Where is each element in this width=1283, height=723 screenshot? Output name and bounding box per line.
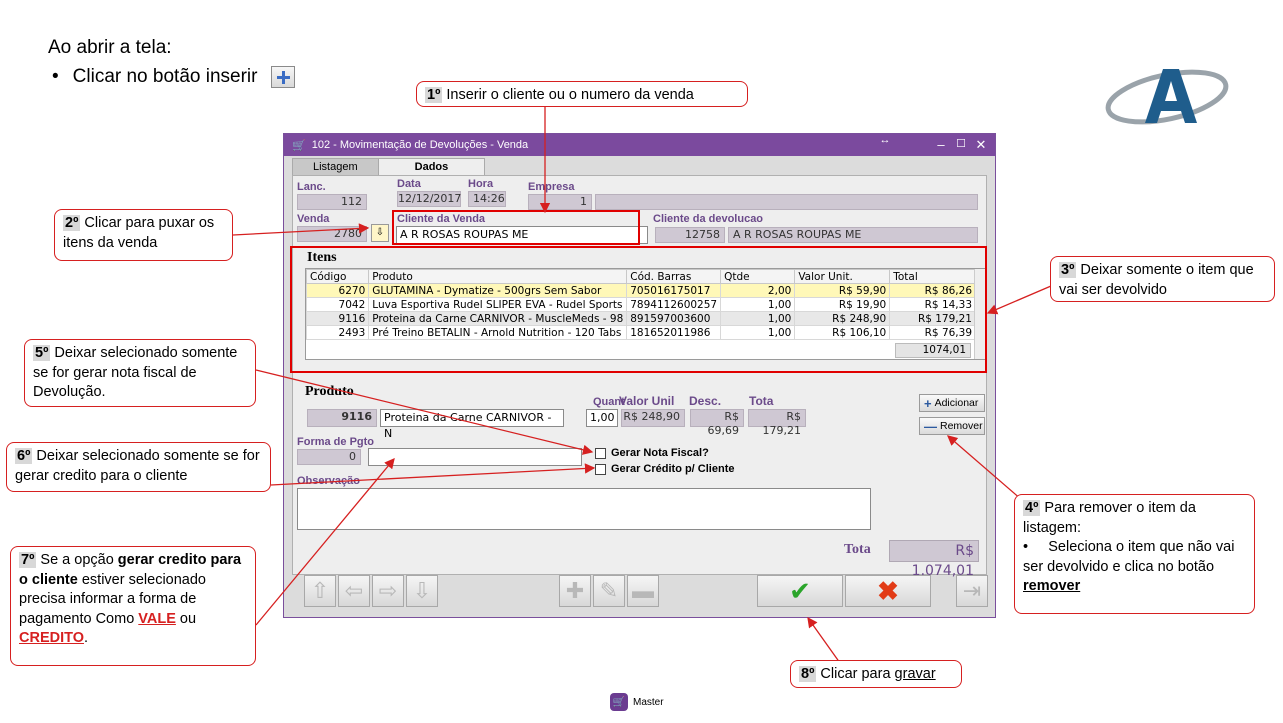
step6-text: Deixar selecionado somente se for gerar … [15, 448, 260, 484]
step1-number: 1º [425, 87, 443, 103]
brand-name: Master [633, 696, 664, 708]
step8-text: Clicar para [816, 666, 895, 682]
step4-text: Para remover o item da listagem: [1023, 500, 1196, 536]
footer-brand: 🛒 Master [610, 693, 664, 711]
step4-bullet-dot: • [1023, 539, 1049, 556]
step5-text: Deixar selecionado somente se for gerar … [33, 345, 238, 401]
step7-credito: CREDITO [19, 630, 84, 647]
step7-vale: VALE [138, 610, 176, 627]
callout-step8: 8º Clicar para gravar [790, 660, 962, 688]
callout-step6: 6º Deixar selecionado somente se for ger… [6, 442, 271, 492]
step7-or: ou [175, 610, 197, 627]
step5-number: 5º [33, 345, 51, 361]
callout-step3: 3º Deixar somente o item que vai ser dev… [1050, 256, 1275, 302]
step7-end: . [84, 630, 89, 647]
step3-text: Deixar somente o item que vai ser devolv… [1059, 262, 1254, 298]
step7-number: 7º [19, 552, 37, 568]
brand-cart-icon: 🛒 [610, 693, 628, 711]
callout-step5: 5º Deixar selecionado somente se for ger… [24, 339, 256, 407]
step8-number: 8º [799, 666, 817, 682]
step1-text: Inserir o cliente ou o numero da venda [442, 87, 694, 103]
callout-step7: 7º Se a opção gerar credito para o clien… [10, 546, 256, 666]
step3-number: 3º [1059, 262, 1077, 278]
step2-number: 2º [63, 215, 81, 231]
step7-pre: Se a opção [36, 552, 118, 568]
callout-step4: 4º Para remover o item da listagem: • Se… [1014, 494, 1255, 614]
step4-remover: remover [1023, 578, 1081, 595]
callout-step2: 2º Clicar para puxar os itens da venda [54, 209, 233, 261]
step4-bullet-text: Seleciona o item que não vai ser devolvi… [1023, 539, 1235, 575]
callout-step1: 1º Inserir o cliente ou o numero da vend… [416, 81, 748, 107]
step6-number: 6º [15, 448, 33, 464]
step4-number: 4º [1023, 500, 1041, 516]
step2-text: Clicar para puxar os itens da venda [63, 215, 215, 251]
step8-gravar: gravar [894, 666, 936, 682]
